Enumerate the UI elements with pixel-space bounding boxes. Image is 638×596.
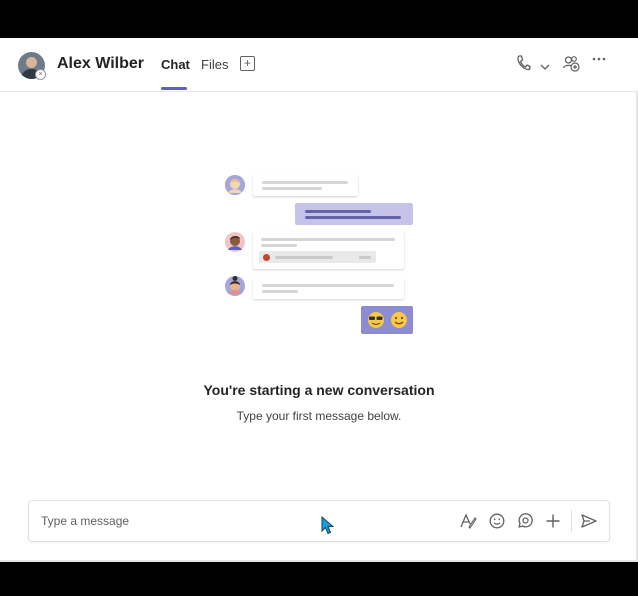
empty-state-title: You're starting a new conversation [203,382,435,398]
chat-window: × Alex Wilber Chat Files + You're starti… [0,38,638,562]
loop-icon[interactable] [516,512,534,535]
empty-state-subtitle: Type your first message below. [236,409,402,423]
add-tab-icon[interactable]: + [240,56,255,71]
call-icon[interactable] [515,54,531,77]
contact-name[interactable]: Alex Wilber [57,55,144,73]
tab-active-indicator [161,87,187,90]
illustration-bubble-me [295,203,413,225]
message-compose-box[interactable]: Type a message [28,500,610,542]
add-people-icon[interactable] [562,54,580,77]
illustration-bubble-2 [253,232,404,269]
message-input[interactable]: Type a message [41,514,129,528]
send-icon[interactable] [580,512,598,535]
window-border [0,38,638,562]
more-options-icon[interactable] [592,52,606,71]
chat-header: × Alex Wilber Chat Files + [0,38,638,92]
emoji-icon[interactable] [488,512,506,535]
chevron-down-icon[interactable] [540,58,550,76]
illustration-emoji-bubble [361,306,413,334]
illustration-bubble-3 [253,278,404,299]
compose-divider [571,510,572,532]
presence-offline-icon: × [35,69,46,80]
format-icon[interactable] [459,512,477,535]
illustration-avatar-3 [225,276,245,296]
avatar-head [26,57,37,68]
tab-chat[interactable]: Chat [161,57,190,72]
attach-plus-icon[interactable] [544,512,562,535]
illustration-avatar-2 [225,232,245,252]
tab-files[interactable]: Files [201,57,228,72]
illustration-bubble-1 [253,175,358,196]
mouse-cursor-icon [321,515,335,540]
illustration-avatar-1 [225,175,245,195]
